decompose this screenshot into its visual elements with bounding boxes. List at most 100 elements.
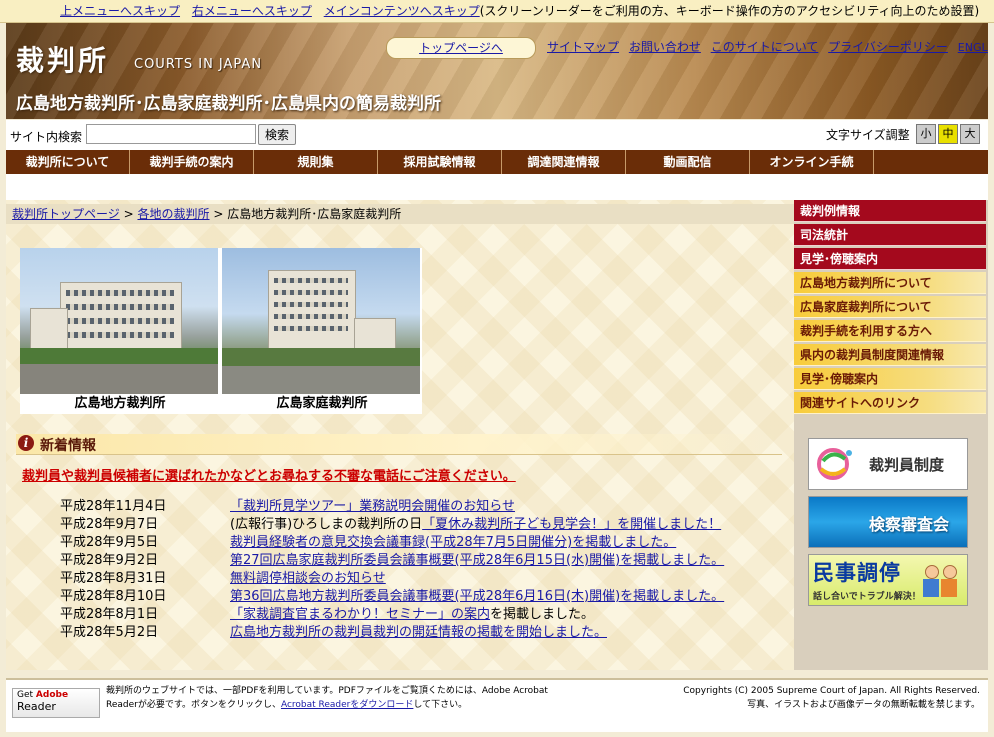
top-page-link[interactable]: トップページへ: [419, 41, 503, 55]
news-item: 平成28年9月7日 (広報行事)ひろしまの裁判所の日「夏休み裁判所子ども見学会！…: [60, 516, 790, 534]
kensatsu-banner[interactable]: 検察審査会: [808, 496, 968, 548]
header-nav: サイトマップ お問い合わせ このサイトについて プライバシーポリシー ENGLI…: [541, 37, 988, 57]
top-page-button[interactable]: トップページへ: [386, 37, 536, 59]
breadcrumb-separator: >: [213, 207, 224, 221]
news-title: 新着情報: [40, 438, 96, 454]
news-date: 平成28年9月7日: [60, 517, 159, 532]
pdf-notice: 裁判所のウェブサイトでは、一部PDFを利用しています。PDFファイルをご覧頂くた…: [106, 684, 606, 712]
news-link[interactable]: 広島地方裁判所の裁判員裁判の開廷情報の掲載を開始しました。: [230, 625, 607, 640]
sidebar-item-related-links[interactable]: 関連サイトへのリンク: [794, 392, 986, 414]
saibanin-banner[interactable]: 裁判員制度: [808, 438, 968, 490]
breadcrumb: 裁判所トップページ > 各地の裁判所 > 広島地方裁判所･広島家庭裁判所: [6, 204, 794, 224]
nav-rules[interactable]: 規則集: [254, 150, 378, 174]
news-link[interactable]: 「裁判所見学ツアー」業務説明会開催のお知らせ: [230, 499, 515, 514]
news-header: i 新着情報: [16, 434, 782, 455]
font-size-small-button[interactable]: 小: [916, 124, 936, 144]
copyright: Copyrights (C) 2005 Supreme Court of Jap…: [620, 684, 980, 712]
skip-top-menu-link[interactable]: 上メニューへスキップ: [60, 4, 180, 18]
news-date: 平成28年5月2日: [60, 625, 159, 640]
suspicious-call-alert-link[interactable]: 裁判員や裁判員候補者に選ばれたかなどとお尋ねする不審な電話にご注意ください。: [22, 465, 516, 484]
adobe-logo-icon: Adobe: [35, 690, 69, 700]
contact-link[interactable]: お問い合わせ: [629, 40, 701, 54]
font-size-medium-button[interactable]: 中: [938, 124, 958, 144]
news-date: 平成28年8月10日: [60, 589, 167, 604]
news-date: 平成28年11月4日: [60, 499, 167, 514]
family-court-caption: 広島家庭裁判所: [276, 396, 368, 411]
news-date: 平成28年8月1日: [60, 607, 159, 622]
nav-procedures[interactable]: 裁判手続の案内: [130, 150, 254, 174]
news-link[interactable]: 第27回広島家庭裁判所委員会議事概要(平成28年6月15日(水)開催)を掲載しま…: [230, 553, 724, 568]
search-label: サイト内検索: [10, 130, 83, 144]
skip-main-content-link[interactable]: メインコンテンツへスキップ: [324, 4, 480, 18]
sitemap-link[interactable]: サイトマップ: [547, 40, 619, 54]
copyright-line1: Copyrights (C) 2005 Supreme Court of Jap…: [683, 686, 980, 696]
sidebar-item-tour-visit[interactable]: 見学･傍聴案内: [794, 248, 986, 270]
news-item: 平成28年9月5日 裁判員経験者の意見交換会議事録(平成28年7月5日開催分)を…: [60, 534, 790, 552]
kensatsu-banner-label: 検察審査会: [869, 515, 950, 534]
news-item: 平成28年9月2日 第27回広島家庭裁判所委員会議事概要(平成28年6月15日(…: [60, 552, 790, 570]
english-link[interactable]: ENGLISH: [958, 41, 988, 54]
adobe-reader-label: Reader: [17, 700, 56, 713]
skip-right-menu-link[interactable]: 右メニューへスキップ: [192, 4, 312, 18]
news-date: 平成28年8月31日: [60, 571, 167, 586]
sidebar-item-local-tour[interactable]: 見学･傍聴案内: [794, 368, 986, 390]
font-size-large-button[interactable]: 大: [960, 124, 980, 144]
sidebar-item-saiban-in-local[interactable]: 県内の裁判員制度関連情報: [794, 344, 986, 366]
minji-banner-title: 民事調停: [813, 561, 901, 585]
news-link[interactable]: 第36回広島地方裁判所委員会議事概要(平成28年6月16日(木)開催)を掲載しま…: [230, 589, 724, 604]
news-link[interactable]: 裁判員経験者の意見交換会議事録(平成28年7月5日開催分)を掲載しました。: [230, 535, 676, 550]
people-illustration-icon: [921, 561, 961, 599]
pdf-notice-line2: Readerが必要です。ボタンをクリックし、: [106, 700, 281, 710]
nav-about-courts[interactable]: 裁判所について: [6, 150, 130, 174]
news-text: (広報行事)ひろしまの裁判所の日: [230, 517, 423, 532]
sidebar-item-case-law[interactable]: 裁判例情報: [794, 200, 986, 222]
nav-recruitment[interactable]: 採用試験情報: [378, 150, 502, 174]
info-icon: i: [18, 435, 34, 451]
breadcrumb-local-courts[interactable]: 各地の裁判所: [137, 207, 209, 221]
district-court-photo: [20, 248, 218, 394]
district-court-caption: 広島地方裁判所: [74, 396, 166, 411]
news-link[interactable]: 「家裁調査官まるわかり！セミナー」の案内: [230, 607, 490, 622]
search-button[interactable]: 検索: [258, 124, 297, 145]
nav-spacer: [6, 174, 988, 200]
search-row: サイト内検索 検索 文字サイズ調整 小 中 大: [6, 120, 988, 150]
font-size-label: 文字サイズ調整: [826, 128, 910, 142]
court-title: 広島地方裁判所･広島家庭裁判所･広島県内の簡易裁判所: [16, 94, 441, 114]
news-item: 平成28年8月31日 無料調停相談会のお知らせ: [60, 570, 790, 588]
sidebar-item-family-court[interactable]: 広島家庭裁判所について: [794, 296, 986, 318]
acrobat-download-link[interactable]: Acrobat Readerをダウンロード: [281, 700, 413, 710]
breadcrumb-current: 広島地方裁判所･広島家庭裁判所: [227, 207, 402, 221]
nav-online[interactable]: オンライン手続: [750, 150, 874, 174]
about-site-link[interactable]: このサイトについて: [711, 40, 819, 54]
news-item: 平成28年5月2日 広島地方裁判所の裁判員裁判の開廷情報の掲載を開始しました。: [60, 624, 790, 642]
site-logo[interactable]: 裁判所: [16, 39, 109, 79]
saibanin-banner-label: 裁判員制度: [869, 456, 945, 474]
news-list: 平成28年11月4日 「裁判所見学ツアー」業務説明会開催のお知らせ 平成28年9…: [60, 498, 790, 642]
news-link[interactable]: 「夏休み裁判所子ども見学会！」を開催しました！: [422, 517, 721, 532]
get-adobe-reader-button[interactable]: Get Adobe Reader: [12, 688, 100, 718]
minji-chotei-banner[interactable]: 民事調停 話し合いでトラブル解決！: [808, 554, 968, 606]
pdf-notice-line1: 裁判所のウェブサイトでは、一部PDFを利用しています。PDFファイルをご覧頂くた…: [106, 686, 548, 696]
news-text: を掲載しました。: [490, 607, 595, 622]
copyright-line2: 写真、イラストおよび画像データの無断転載を禁じます。: [747, 700, 980, 710]
sidebar-item-procedures[interactable]: 裁判手続を利用する方へ: [794, 320, 986, 342]
news-link[interactable]: 無料調停相談会のお知らせ: [230, 571, 386, 586]
sidebar-item-district-court[interactable]: 広島地方裁判所について: [794, 272, 986, 294]
breadcrumb-separator: >: [123, 207, 134, 221]
site-logo-english: COURTS IN JAPAN: [134, 57, 263, 72]
news-date: 平成28年9月2日: [60, 553, 159, 568]
search-input[interactable]: [86, 124, 256, 144]
news-item: 平成28年11月4日 「裁判所見学ツアー」業務説明会開催のお知らせ: [60, 498, 790, 516]
main-content: 裁判所トップページ > 各地の裁判所 > 広島地方裁判所･広島家庭裁判所 広島地…: [6, 200, 794, 670]
privacy-policy-link[interactable]: プライバシーポリシー: [828, 40, 948, 54]
breadcrumb-top[interactable]: 裁判所トップページ: [12, 207, 120, 221]
news-item: 平成28年8月1日 「家裁調査官まるわかり！セミナー」の案内を掲載しました。: [60, 606, 790, 624]
news-item: 平成28年8月10日 第36回広島地方裁判所委員会議事概要(平成28年6月16日…: [60, 588, 790, 606]
skip-note: (スクリーンリーダーをご利用の方、キーボード操作の方のアクセシビリティ向上のため…: [479, 4, 980, 18]
nav-videos[interactable]: 動画配信: [626, 150, 750, 174]
sidebar-item-judicial-statistics[interactable]: 司法統計: [794, 224, 986, 246]
news-date: 平成28年9月5日: [60, 535, 159, 550]
minji-banner-subtitle: 話し合いでトラブル解決！: [813, 592, 921, 602]
family-court-photo: [222, 248, 420, 394]
nav-procurement[interactable]: 調達関連情報: [502, 150, 626, 174]
